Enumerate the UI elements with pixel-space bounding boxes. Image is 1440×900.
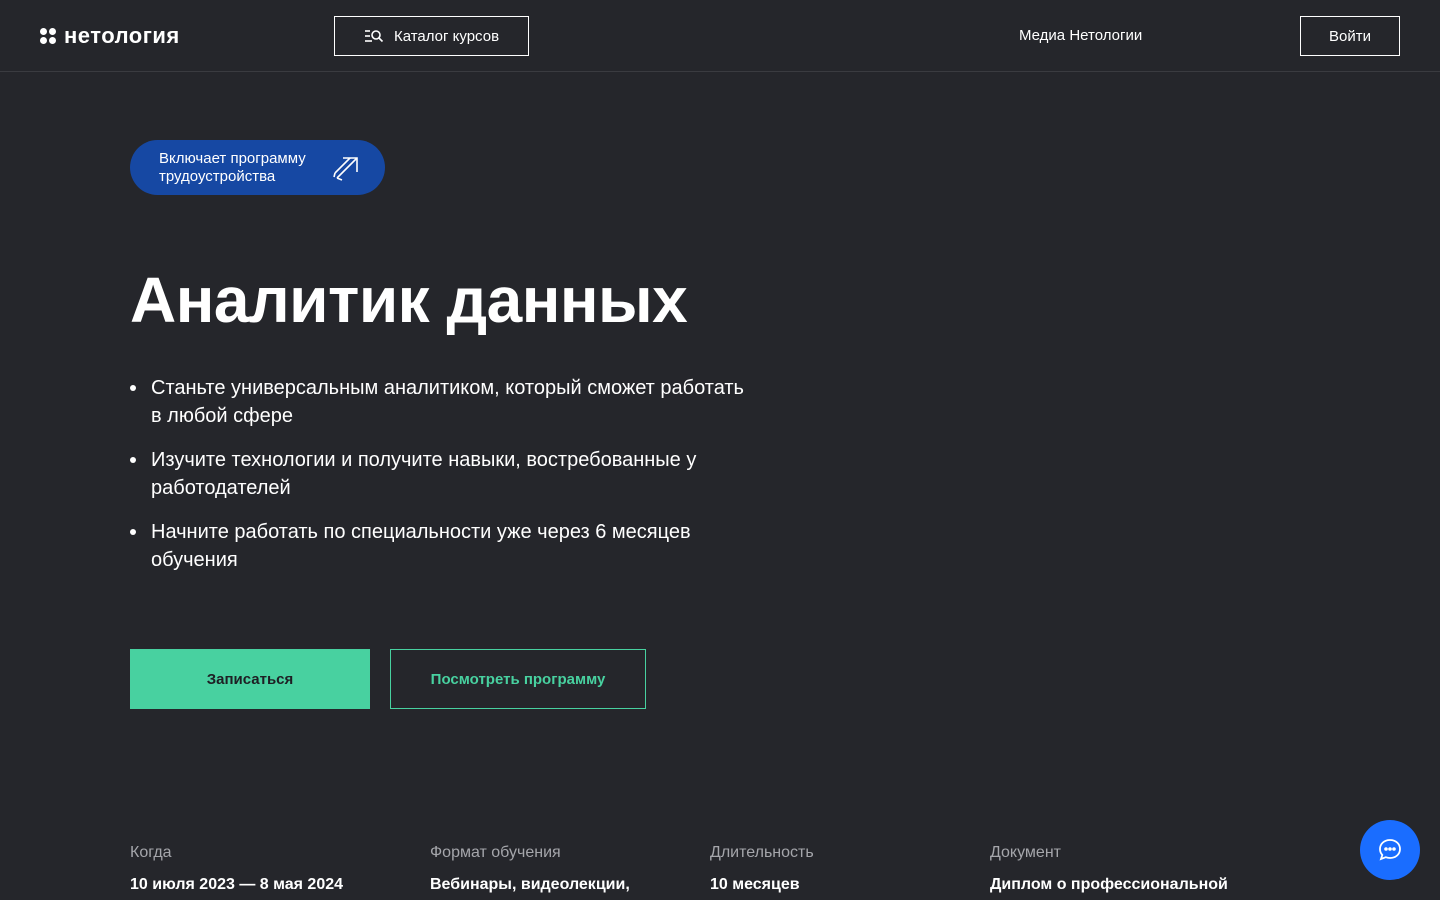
chat-bubble-icon <box>1379 839 1401 861</box>
enroll-button[interactable]: Записаться <box>130 649 370 709</box>
info-value: 10 июля 2023 — 8 мая 2024 <box>130 876 344 893</box>
page: нетология Каталог курсов Медиа Нетологии… <box>0 0 1440 900</box>
logo-icon <box>40 28 56 44</box>
catalog-button[interactable]: Каталог курсов <box>334 16 529 56</box>
benefit-item: Станьте универсальным аналитиком, которы… <box>130 374 750 430</box>
login-button[interactable]: Войти <box>1300 16 1400 56</box>
badge-text: Включает программу трудоустройства <box>159 149 306 185</box>
arrow-up-right-icon <box>333 157 358 181</box>
info-label: Длительность <box>710 844 814 861</box>
benefit-item: Изучите технологии и получите навыки, во… <box>130 446 750 502</box>
benefits-list: Станьте универсальным аналитиком, которы… <box>130 374 750 590</box>
info-format: Формат обучения Вебинары, видеолекции, <box>430 843 630 895</box>
benefit-item: Начните работать по специальности уже че… <box>130 518 750 574</box>
info-value: Диплом о профессиональной <box>990 876 1228 893</box>
info-when: Когда 10 июля 2023 — 8 мая 2024 <box>130 843 343 895</box>
site-header: нетология Каталог курсов Медиа Нетологии… <box>0 0 1440 72</box>
logo-text: нетология <box>64 23 180 48</box>
info-label: Документ <box>990 844 1061 861</box>
list-search-icon <box>364 30 384 43</box>
info-label: Когда <box>130 844 172 861</box>
info-duration: Длительность 10 месяцев <box>710 843 814 895</box>
info-value: 10 месяцев <box>710 876 800 893</box>
media-link[interactable]: Медиа Нетологии <box>1019 26 1142 46</box>
view-program-button[interactable]: Посмотреть программу <box>390 649 646 709</box>
info-label: Формат обучения <box>430 844 561 861</box>
page-title: Аналитик данных <box>130 264 688 336</box>
catalog-label: Каталог курсов <box>393 27 500 45</box>
logo-link[interactable]: нетология <box>40 22 180 50</box>
info-document: Документ Диплом о профессиональной <box>990 843 1228 895</box>
info-value: Вебинары, видеолекции, <box>430 876 630 893</box>
chat-button[interactable] <box>1360 820 1420 880</box>
